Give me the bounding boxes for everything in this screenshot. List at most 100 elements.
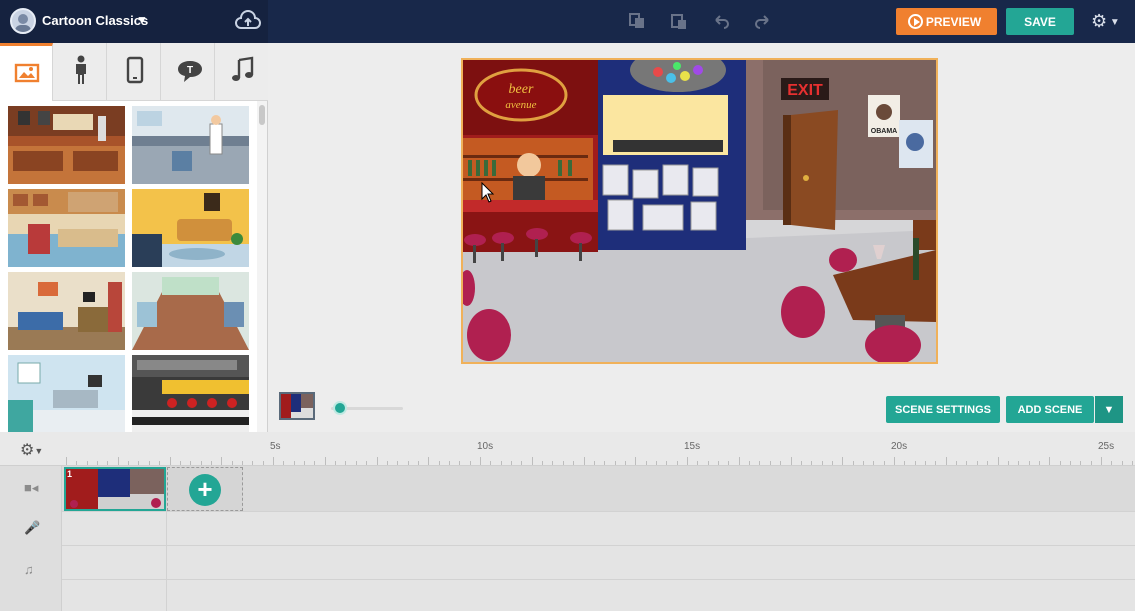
ruler-tick: [221, 457, 223, 465]
ruler-tick: [862, 461, 864, 465]
scene-canvas[interactable]: EXIT OBAMA beer avenue: [461, 58, 938, 364]
ruler-tick: [76, 461, 78, 465]
undo-icon[interactable]: [712, 12, 730, 30]
ruler-tick: [1038, 461, 1040, 465]
phone-icon: [126, 56, 144, 84]
ruler-tick: [117, 457, 119, 465]
ruler-tick: [86, 461, 88, 465]
ruler-tick: [511, 461, 513, 465]
tab-characters[interactable]: [54, 43, 107, 101]
ruler-tick: [314, 461, 316, 465]
tick-label: 20s: [891, 441, 908, 452]
background-thumbnail[interactable]: [132, 106, 249, 184]
ruler-tick: [759, 461, 761, 465]
music-track: [62, 546, 1135, 580]
ruler-tick: [345, 461, 347, 465]
background-thumbnail[interactable]: [8, 355, 125, 432]
ruler-tick: [1069, 461, 1071, 465]
ruler-tick: [552, 461, 554, 465]
background-thumbnail[interactable]: [132, 355, 249, 432]
scene-preview-thumbnail[interactable]: [279, 392, 315, 420]
background-thumbnail[interactable]: [8, 189, 125, 267]
ruler-tick: [1028, 461, 1030, 465]
ruler-tick: [966, 461, 968, 465]
ruler-tick: [604, 461, 606, 465]
background-thumbnail[interactable]: [8, 106, 125, 184]
ruler-tick: [469, 461, 471, 465]
save-button[interactable]: SAVE: [1006, 8, 1074, 35]
tab-text[interactable]: T: [162, 43, 215, 101]
cloud-upload-icon[interactable]: [234, 9, 262, 33]
ruler-tick: [666, 461, 668, 465]
ruler-tick: [645, 461, 647, 465]
library-tabs: T: [0, 43, 268, 101]
ruler-tick: [780, 461, 782, 465]
timeline-ruler[interactable]: ⚙▼ 5s 10s 15s 20s 25s: [0, 432, 1135, 466]
video-camera-icon: ■◂: [24, 480, 39, 495]
ruler-tick: [376, 457, 378, 465]
chevron-down-icon[interactable]: ▼: [136, 13, 148, 27]
project-header: Cartoon Classics ▼: [0, 0, 268, 43]
ruler-tick: [148, 461, 150, 465]
ruler-tick: [210, 461, 212, 465]
ruler-tick: [635, 457, 637, 465]
ruler-tick: [738, 457, 740, 465]
ruler-tick: [417, 461, 419, 465]
scene-clip[interactable]: 1: [64, 467, 166, 511]
background-thumbnail[interactable]: [132, 272, 249, 350]
ruler-tick: [842, 457, 844, 465]
ruler-tick: [593, 461, 595, 465]
paste-icon[interactable]: [670, 12, 688, 30]
ruler-tick: [976, 461, 978, 465]
plus-icon[interactable]: +: [189, 474, 221, 506]
project-title[interactable]: Cartoon Classics: [42, 13, 148, 28]
ruler-tick: [335, 461, 337, 465]
ruler-tick: [407, 461, 409, 465]
timeline-panel: ⚙▼ 5s 10s 15s 20s 25s ■◂ 🎤 ♫ 1 +: [0, 432, 1135, 611]
tick-label: 10s: [477, 441, 494, 452]
ruler-tick: [252, 461, 254, 465]
zoom-slider-handle[interactable]: [333, 401, 347, 415]
play-icon: [908, 14, 923, 29]
settings-gear-icon[interactable]: ⚙ ▼: [1091, 11, 1121, 31]
timeline-settings-gear-icon[interactable]: ⚙▼: [20, 440, 43, 460]
ruler-tick: [448, 461, 450, 465]
preview-button[interactable]: PREVIEW: [896, 8, 997, 35]
ruler-tick: [790, 457, 792, 465]
tab-backgrounds[interactable]: [0, 43, 53, 101]
add-scene-slot[interactable]: +: [167, 467, 243, 511]
ruler-tick: [676, 461, 678, 465]
scene-settings-button[interactable]: SCENE SETTINGS: [886, 396, 1000, 423]
ruler-tick: [490, 461, 492, 465]
copy-icon[interactable]: [628, 12, 646, 30]
ruler-tick: [1049, 457, 1051, 465]
tab-audio[interactable]: [216, 43, 269, 101]
svg-text:T: T: [187, 65, 193, 76]
ruler-tick: [614, 461, 616, 465]
background-thumbnail[interactable]: [132, 189, 249, 267]
redo-icon[interactable]: [754, 12, 772, 30]
ruler-tick: [697, 461, 699, 465]
background-thumbnail[interactable]: [8, 272, 125, 350]
ruler-tick: [883, 461, 885, 465]
ruler-tick: [241, 461, 243, 465]
ruler-tick: [1101, 457, 1102, 465]
timeline-track-labels: ■◂ 🎤 ♫: [0, 466, 62, 611]
ruler-tick: [1059, 461, 1061, 465]
ruler-tick: [262, 461, 264, 465]
ruler-tick: [655, 461, 657, 465]
ruler-tick: [873, 461, 875, 465]
ruler-tick: [914, 461, 916, 465]
add-scene-button[interactable]: ADD SCENE: [1006, 396, 1094, 423]
preview-label: PREVIEW: [925, 14, 982, 29]
ruler-tick: [718, 461, 720, 465]
project-avatar[interactable]: [10, 8, 36, 34]
ruler-tick: [128, 461, 130, 465]
ruler-tick: [542, 461, 544, 465]
ruler-tick: [179, 461, 181, 465]
tab-props[interactable]: [108, 43, 161, 101]
library-scrollbar[interactable]: [257, 101, 267, 432]
add-scene-dropdown-button[interactable]: ▼: [1095, 396, 1123, 423]
ruler-tick: [811, 461, 813, 465]
tick-label: 25s: [1098, 441, 1115, 452]
